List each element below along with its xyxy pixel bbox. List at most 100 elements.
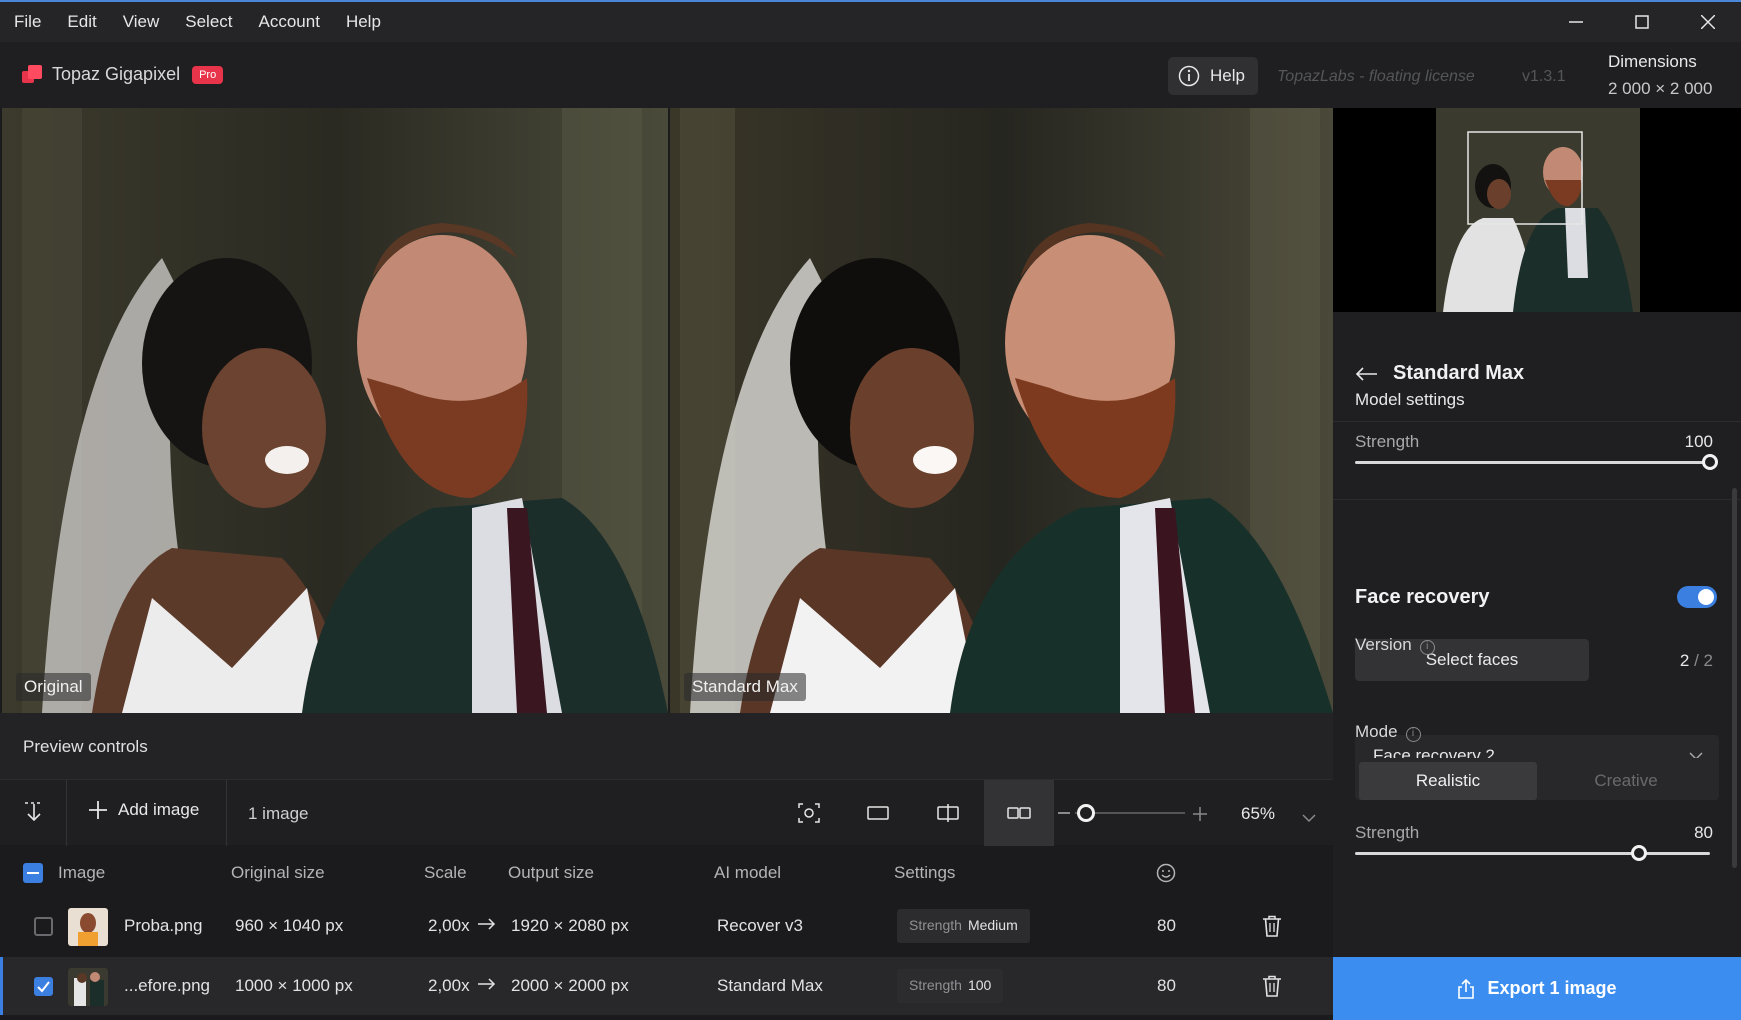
menu-view[interactable]: View <box>109 12 172 32</box>
col-ai-model[interactable]: AI model <box>714 863 781 883</box>
strength-slider-track[interactable] <box>1355 461 1710 464</box>
split-view-icon <box>937 804 959 822</box>
strength-value: 100 <box>1684 432 1713 451</box>
export-label: Export 1 image <box>1487 978 1617 998</box>
select-all-checkbox[interactable] <box>23 863 43 883</box>
navigator-image <box>1333 108 1741 312</box>
file-name: ...efore.png <box>124 976 211 995</box>
help-button[interactable]: Help <box>1168 57 1258 95</box>
settings-pill[interactable]: Strength Medium <box>897 909 1030 943</box>
face-recovery-heading: Face recovery <box>1355 586 1490 608</box>
maximize-button[interactable] <box>1609 2 1675 42</box>
license-text: TopazLabs - floating license <box>1277 68 1475 85</box>
faces-selected: 2 <box>1679 651 1690 670</box>
col-settings[interactable]: Settings <box>894 863 955 883</box>
single-view-button[interactable] <box>843 780 913 846</box>
menu-file[interactable]: File <box>0 12 53 32</box>
trash-icon <box>1263 975 1281 997</box>
image-thumbnail <box>68 908 108 946</box>
row-checkbox[interactable] <box>34 977 53 996</box>
delete-button[interactable] <box>1262 975 1282 1002</box>
face-recovery-toggle[interactable] <box>1677 586 1717 608</box>
faces-count: 2 / 2 <box>1679 651 1713 670</box>
smiley-icon <box>1156 863 1176 883</box>
minimize-button[interactable] <box>1543 2 1609 42</box>
preview-controls-bar[interactable]: Preview controls <box>0 713 1333 779</box>
setting-value: 100 <box>967 977 992 993</box>
zoom-value[interactable]: 65% <box>1241 804 1275 824</box>
zoom-dropdown[interactable] <box>1302 808 1316 828</box>
panel-scrollbar[interactable] <box>1732 488 1737 868</box>
col-scale[interactable]: Scale <box>424 863 467 883</box>
strength-slider-handle[interactable] <box>1702 454 1718 470</box>
mode-label-row: Mode i <box>1355 722 1421 742</box>
export-button[interactable]: Export 1 image <box>1333 957 1741 1020</box>
version-label: Version <box>1355 635 1412 654</box>
menu-edit[interactable]: Edit <box>53 12 108 32</box>
original-size: 1000 × 1000 px <box>235 976 353 995</box>
col-original-size[interactable]: Original size <box>231 863 325 883</box>
preview-controls-label: Preview controls <box>23 737 148 756</box>
split-view-button[interactable] <box>913 780 983 846</box>
mode-realistic[interactable]: Realistic <box>1359 762 1537 800</box>
menu-bar: File Edit View Select Account Help <box>0 0 1741 42</box>
dimensions-label: Dimensions <box>1608 52 1697 71</box>
menu-help[interactable]: Help <box>332 12 393 32</box>
face-strength-value: 80 <box>1694 823 1713 842</box>
app-logo: Topaz Gigapixel Pro <box>22 64 224 85</box>
faces-total: 2 <box>1703 651 1713 670</box>
image-toolbar: Add image 1 image 65% <box>0 779 1333 846</box>
info-icon[interactable]: i <box>1405 727 1421 742</box>
chevron-down-icon <box>1302 814 1316 823</box>
image-count: 1 image <box>248 804 309 823</box>
topaz-logo-icon <box>22 64 42 85</box>
mode-label: Mode <box>1355 722 1398 741</box>
app-header: Topaz Gigapixel Pro Help TopazLabs - flo… <box>0 42 1741 108</box>
pro-badge: Pro <box>192 65 224 84</box>
minimize-icon <box>1569 21 1583 23</box>
settings-pill[interactable]: Strength 100 <box>897 969 1004 1003</box>
face-value: 80 <box>1157 976 1176 995</box>
ai-model: Recover v3 <box>717 916 803 935</box>
screenshot-view-button[interactable] <box>774 780 844 846</box>
app-name: Topaz Gigapixel <box>52 64 181 84</box>
zoom-out-icon[interactable] <box>1058 812 1070 814</box>
zoom-in-icon[interactable] <box>1193 806 1207 826</box>
face-strength-label: Strength <box>1355 823 1420 842</box>
preview-original[interactable]: Original <box>2 108 668 713</box>
table-row[interactable]: Proba.png 960 × 1040 px 2,00x 1920 × 208… <box>0 897 1333 955</box>
face-strength-slider-track[interactable] <box>1355 852 1710 855</box>
ai-model: Standard Max <box>717 976 823 995</box>
arrow-right-icon <box>478 976 496 996</box>
preview-processed[interactable]: Standard Max <box>670 108 1333 713</box>
model-settings-heading: Model settings <box>1355 390 1465 409</box>
arrow-left-icon <box>1355 367 1377 381</box>
row-checkbox[interactable] <box>34 917 53 936</box>
menu-account[interactable]: Account <box>245 12 332 32</box>
face-strength-slider-handle[interactable] <box>1631 845 1647 861</box>
add-image-button[interactable]: Add image <box>88 800 199 820</box>
close-button[interactable] <box>1675 2 1741 42</box>
preview-label-original: Original <box>16 673 91 701</box>
back-button[interactable] <box>1355 366 1377 387</box>
arrow-right-icon <box>478 916 496 936</box>
share-icon <box>1458 978 1475 999</box>
single-view-icon <box>867 806 889 820</box>
menu-select[interactable]: Select <box>171 12 244 32</box>
info-icon[interactable]: i <box>1419 640 1435 655</box>
strength-label: Strength <box>1355 432 1420 451</box>
output-size: 2000 × 2000 px <box>511 976 629 995</box>
zoom-slider-handle[interactable] <box>1077 804 1095 822</box>
col-output-size[interactable]: Output size <box>508 863 594 883</box>
col-image[interactable]: Image <box>58 863 105 883</box>
import-button[interactable] <box>22 800 46 829</box>
output-size: 1920 × 2080 px <box>511 916 629 935</box>
navigator-thumbnail[interactable] <box>1333 108 1741 312</box>
plus-icon <box>89 801 107 819</box>
info-icon <box>1178 65 1200 87</box>
toolbar-divider <box>226 780 227 846</box>
table-row[interactable]: ...efore.png 1000 × 1000 px 2,00x 2000 ×… <box>0 957 1333 1015</box>
mode-creative[interactable]: Creative <box>1537 762 1715 800</box>
delete-button[interactable] <box>1262 915 1282 942</box>
side-by-side-view-button[interactable] <box>984 780 1054 846</box>
